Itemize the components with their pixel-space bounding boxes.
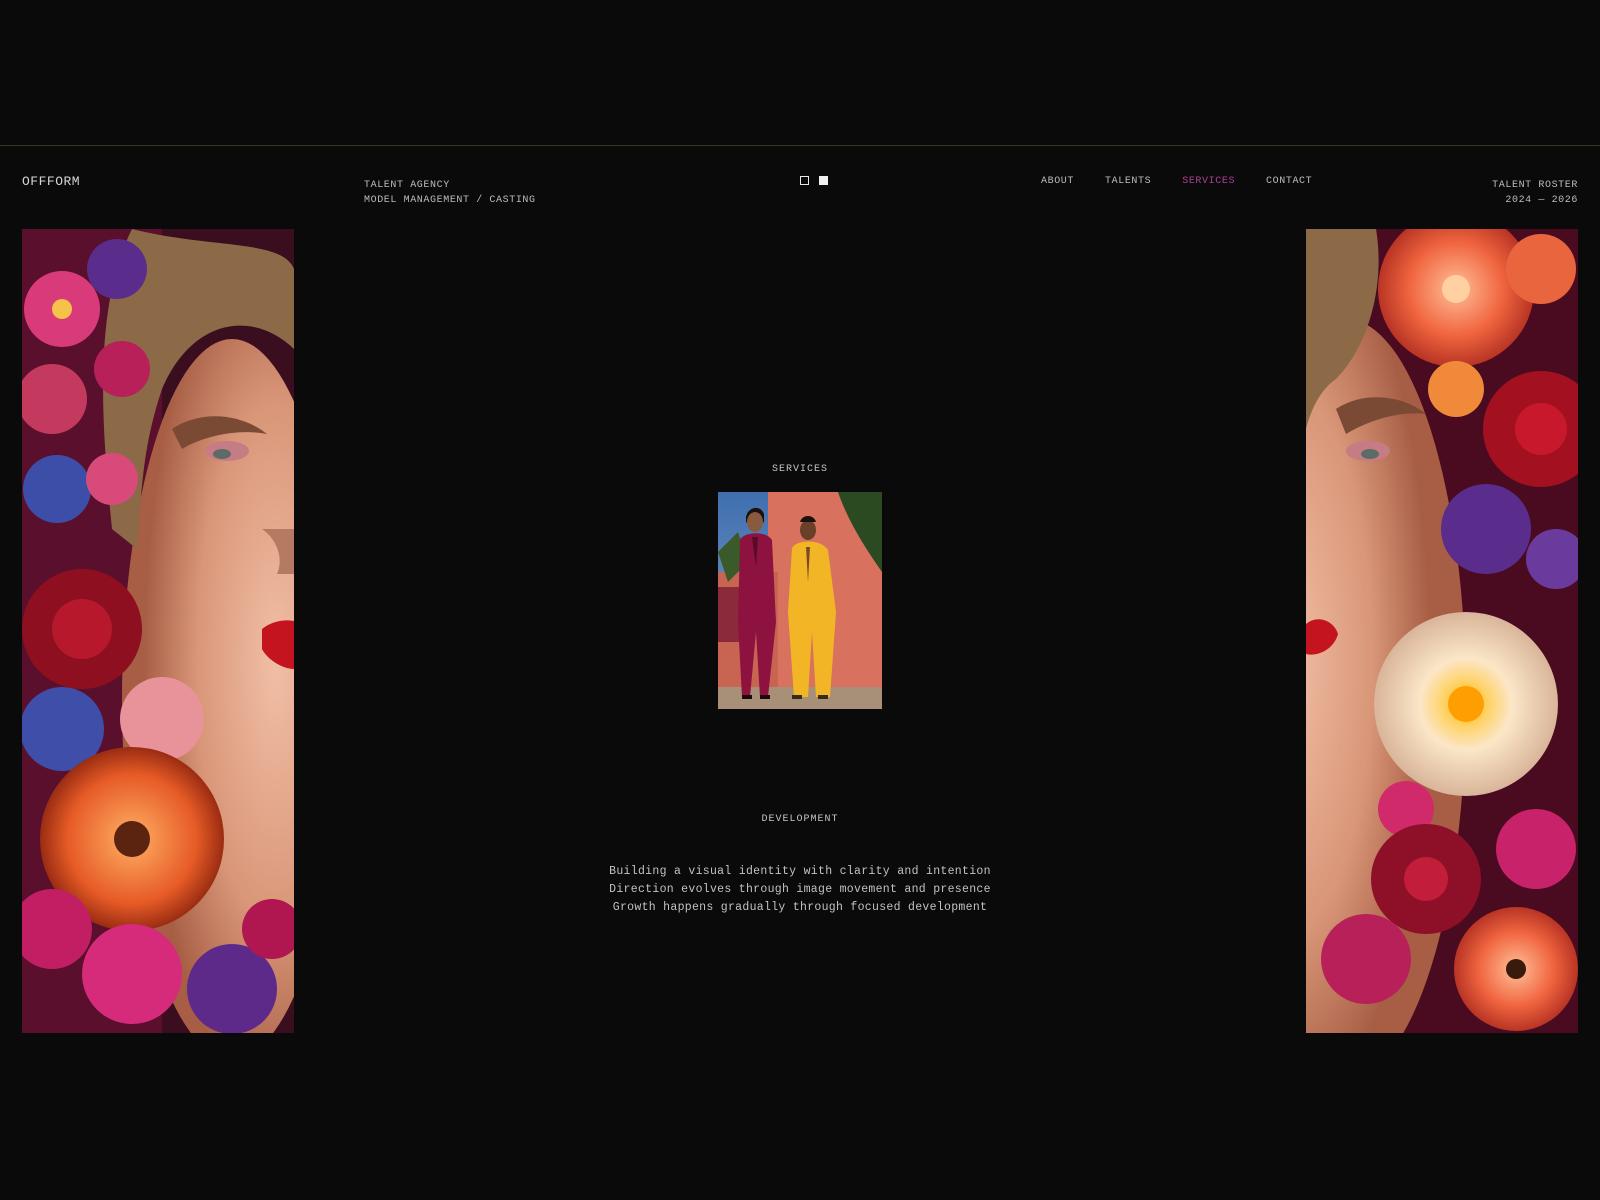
development-description: Building a visual identity with clarity … (0, 863, 1600, 917)
roster-years: 2024 — 2026 (1505, 195, 1578, 206)
view-toggle-filled-square-icon[interactable] (819, 176, 828, 185)
main-nav: ABOUT TALENTS SERVICES CONTACT (1041, 176, 1312, 187)
header-divider (0, 145, 1600, 146)
nav-item-talents[interactable]: TALENTS (1105, 176, 1151, 187)
talent-roster-info: TALENT ROSTER 2024 — 2026 (1492, 178, 1578, 208)
tagline-line-2: MODEL MANAGEMENT / CASTING (364, 195, 536, 206)
section-label-services: SERVICES (771, 464, 828, 475)
subsection-label-development: DEVELOPMENT (761, 814, 839, 825)
nav-item-services[interactable]: SERVICES (1182, 176, 1235, 187)
brand-logo[interactable]: OFFFORM (22, 174, 80, 189)
description-line: Growth happens gradually through focused… (612, 901, 988, 914)
view-toggle-outline-square-icon[interactable] (800, 176, 809, 185)
view-toggle-group (800, 176, 828, 185)
nav-item-contact[interactable]: CONTACT (1266, 176, 1312, 187)
tagline-line-1: TALENT AGENCY (364, 180, 450, 191)
services-feature-photo (718, 492, 882, 709)
nav-item-about[interactable]: ABOUT (1041, 176, 1074, 187)
description-line: Direction evolves through image movement… (609, 883, 991, 896)
roster-title: TALENT ROSTER (1492, 180, 1578, 191)
agency-tagline: TALENT AGENCY MODEL MANAGEMENT / CASTING (364, 178, 536, 208)
description-line: Building a visual identity with clarity … (609, 865, 991, 878)
